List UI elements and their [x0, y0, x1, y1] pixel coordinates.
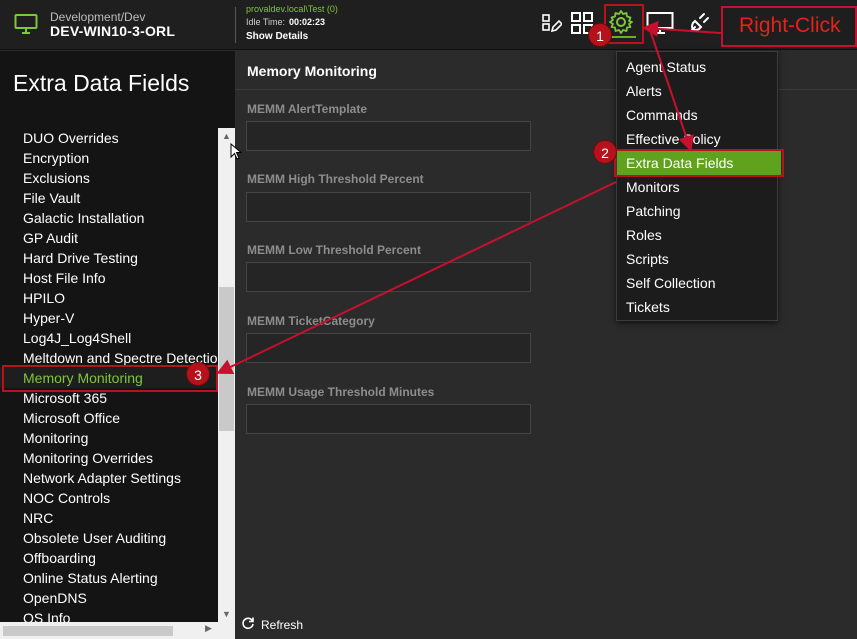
right-click-label: Right-Click [739, 14, 841, 37]
refresh-button[interactable]: Refresh [241, 616, 303, 633]
refresh-icon [241, 616, 255, 633]
field-item-host-file-info[interactable]: Host File Info [0, 268, 218, 288]
divider [235, 7, 236, 43]
menu-item-scripts[interactable]: Scripts [617, 247, 777, 271]
idle-time-label: Idle Time: [246, 17, 286, 27]
section-title: Memory Monitoring [247, 63, 377, 79]
panel-title: Extra Data Fields [13, 70, 190, 96]
menu-item-effective-policy[interactable]: Effective Policy [617, 127, 777, 151]
field-item-encryption[interactable]: Encryption [0, 148, 218, 168]
menu-item-tickets[interactable]: Tickets [617, 295, 777, 319]
show-details-link[interactable]: Show Details [246, 31, 308, 42]
mouse-cursor-icon [230, 143, 242, 160]
field-item-monitoring-overrides[interactable]: Monitoring Overrides [0, 448, 218, 468]
settings-dropdown-menu: Agent Status Alerts Commands Effective P… [616, 51, 781, 321]
field-item-file-vault[interactable]: File Vault [0, 188, 218, 208]
alert-template-input[interactable] [246, 121, 531, 151]
computer-monitor-icon [14, 13, 38, 35]
refresh-label: Refresh [261, 617, 304, 632]
idle-time-value: 00:02:23 [289, 17, 326, 27]
list-item-highlight-box [2, 365, 218, 392]
edit-tags-button[interactable] [536, 8, 566, 38]
menu-item-monitors[interactable]: Monitors [617, 175, 777, 199]
field-label-ticket-category: MEMM TicketCategory [247, 314, 375, 328]
low-threshold-input[interactable] [246, 262, 531, 292]
display-icon [646, 11, 674, 35]
device-name: DEV-WIN10-3-ORL [50, 23, 176, 39]
field-item-microsoft-office[interactable]: Microsoft Office [0, 408, 218, 428]
step-badge-2: 2 [593, 140, 617, 164]
menu-item-alerts[interactable]: Alerts [617, 79, 777, 103]
field-item-hpilo[interactable]: HPILO [0, 288, 218, 308]
menu-item-self-collection[interactable]: Self Collection [617, 271, 777, 295]
field-item-hard-drive-testing[interactable]: Hard Drive Testing [0, 248, 218, 268]
scroll-up-arrow-icon[interactable]: ▲ [218, 129, 235, 143]
edit-tags-icon [540, 12, 562, 34]
ticket-category-input[interactable] [246, 333, 531, 363]
field-label-alert-template: MEMM AlertTemplate [247, 102, 368, 116]
menu-item-agent-status[interactable]: Agent Status [617, 55, 777, 79]
idle-time: Idle Time: 00:02:23 [246, 17, 325, 27]
scrollbar-thumb[interactable] [219, 287, 234, 431]
menu-item-highlight-box [614, 149, 784, 177]
field-item-noc-controls[interactable]: NOC Controls [0, 488, 218, 508]
field-item-obsolete-user-auditing[interactable]: Obsolete User Auditing [0, 528, 218, 548]
remote-screen-button[interactable] [645, 8, 675, 38]
field-item-online-status-alerting[interactable]: Online Status Alerting [0, 568, 218, 588]
step-badge-3: 3 [186, 362, 210, 386]
field-item-offboarding[interactable]: Offboarding [0, 548, 218, 568]
menu-item-roles[interactable]: Roles [617, 223, 777, 247]
field-item-log4j-log4shell[interactable]: Log4J_Log4Shell [0, 328, 218, 348]
step-badge-1: 1 [588, 23, 612, 47]
menu-item-patching[interactable]: Patching [617, 199, 777, 223]
environment-path: Development/Dev [50, 10, 146, 24]
high-threshold-input[interactable] [246, 192, 531, 222]
extra-data-fields-panel: Extra Data Fields DUO Overrides Encryptio… [0, 51, 235, 639]
plug-icon [686, 10, 712, 36]
field-item-exclusions[interactable]: Exclusions [0, 168, 218, 188]
field-item-duo-overrides[interactable]: DUO Overrides [0, 128, 218, 148]
field-label-low-threshold: MEMM Low Threshold Percent [247, 243, 422, 257]
field-label-usage-threshold: MEMM Usage Threshold Minutes [247, 385, 435, 399]
field-item-hyper-v[interactable]: Hyper-V [0, 308, 218, 328]
field-item-galactic-installation[interactable]: Galactic Installation [0, 208, 218, 228]
menu-item-commands[interactable]: Commands [617, 103, 777, 127]
session-user: provaldev.local\Test (0) [246, 4, 338, 14]
field-label-high-threshold: MEMM High Threshold Percent [247, 172, 424, 186]
field-item-nrc[interactable]: NRC [0, 508, 218, 528]
connect-plug-button[interactable] [684, 8, 714, 38]
field-item-opendns[interactable]: OpenDNS [0, 588, 218, 608]
field-item-gp-audit[interactable]: GP Audit [0, 228, 218, 248]
field-item-network-adapter-settings[interactable]: Network Adapter Settings [0, 468, 218, 488]
usage-threshold-input[interactable] [246, 404, 531, 434]
horizontal-scrollbar-thumb[interactable] [3, 626, 173, 636]
scroll-down-arrow-icon[interactable]: ▼ [218, 607, 235, 621]
scroll-right-arrow-icon[interactable]: ▶ [205, 623, 212, 634]
field-item-monitoring[interactable]: Monitoring [0, 428, 218, 448]
